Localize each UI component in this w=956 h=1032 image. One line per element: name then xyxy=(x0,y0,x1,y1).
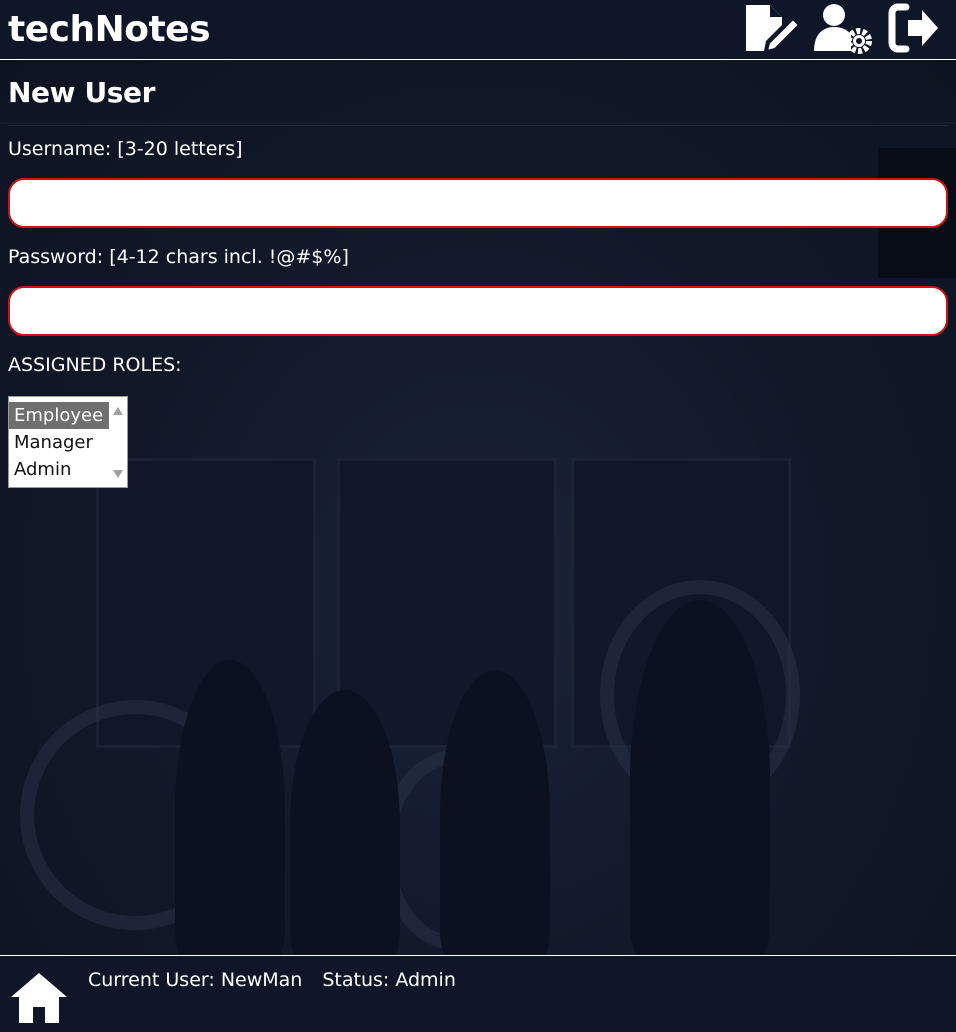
header-actions xyxy=(742,2,944,58)
footer-status: Current User: NewMan Status: Admin xyxy=(88,969,456,991)
home-button[interactable] xyxy=(8,970,70,1028)
password-label: Password: [4-12 chars incl. !@#$%] xyxy=(8,246,349,268)
username-label: Username: [3-20 letters] xyxy=(8,138,243,160)
new-note-button[interactable] xyxy=(742,1,801,58)
scroll-up-arrow-icon[interactable] xyxy=(112,401,124,420)
form-title: New User xyxy=(8,76,156,109)
password-input[interactable] xyxy=(8,286,948,336)
role-option-employee[interactable]: Employee xyxy=(9,402,109,429)
form-title-row: New User xyxy=(8,60,948,126)
logout-icon xyxy=(888,3,942,56)
user-settings-button[interactable] xyxy=(814,2,872,58)
roles-scrollbar[interactable] xyxy=(109,397,127,487)
roles-multiselect[interactable]: Employee Manager Admin xyxy=(8,396,128,488)
role-option-manager[interactable]: Manager xyxy=(9,429,109,456)
new-user-form: New User Username: [3-20 letters] Passwo… xyxy=(8,60,948,488)
note-edit-icon xyxy=(742,1,801,58)
current-user-text: Current User: NewMan xyxy=(88,969,303,991)
top-bar: techNotes xyxy=(0,0,956,60)
roles-label: ASSIGNED ROLES: xyxy=(8,354,182,376)
user-settings-icon xyxy=(812,1,874,58)
status-text: Status: Admin xyxy=(322,969,456,991)
scroll-down-arrow-icon[interactable] xyxy=(112,464,124,483)
username-input[interactable] xyxy=(8,178,948,228)
role-option-admin[interactable]: Admin xyxy=(9,456,109,483)
logout-button[interactable] xyxy=(886,2,944,58)
home-icon xyxy=(9,972,69,1028)
app-title[interactable]: techNotes xyxy=(8,9,211,50)
footer: Current User: NewMan Status: Admin xyxy=(0,955,956,1032)
